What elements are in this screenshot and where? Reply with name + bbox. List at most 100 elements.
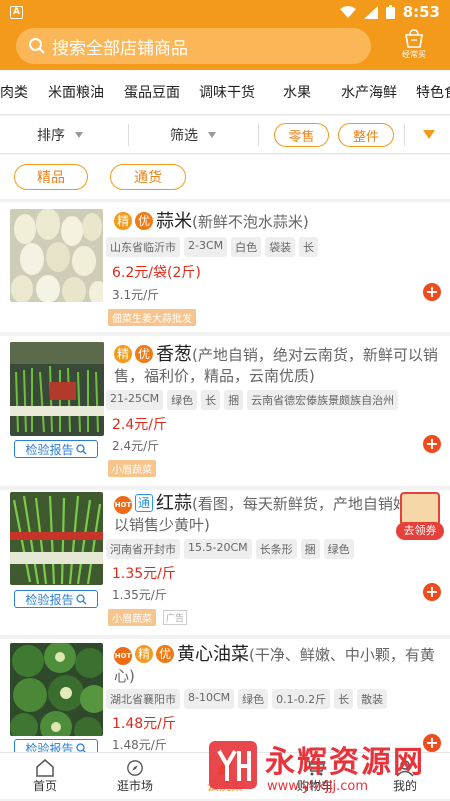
- tab-home[interactable]: 首页: [0, 753, 90, 799]
- retail-toggle[interactable]: 零售: [274, 123, 329, 147]
- product-list: 精优蒜米(新鲜不泡水蒜米) 山东省临沂市 2-3CM 白色 袋装 长 6.2元/…: [0, 202, 450, 752]
- category-tab[interactable]: 水产海鲜: [341, 82, 397, 102]
- tab-label: 云洗菜: [206, 778, 243, 793]
- tag: 河南省开封市: [106, 539, 180, 559]
- tag: 山东省临沂市: [106, 237, 180, 257]
- premium-badge: 精: [135, 645, 153, 663]
- tab-label: 首页: [32, 778, 57, 793]
- product-unit-price: 2.4元/斤: [112, 439, 160, 453]
- search-icon: [75, 742, 86, 752]
- report-label: 检验报告: [25, 592, 74, 607]
- shop-tag[interactable]: 佃菜生姜大蒜批发: [108, 309, 196, 326]
- basket-label: 经常买: [402, 50, 426, 59]
- category-tab[interactable]: 水果: [283, 82, 311, 102]
- filter-bar: 排序 筛选 零售 整件: [0, 116, 450, 154]
- coupon-label: 去领券: [396, 522, 444, 540]
- tab-market[interactable]: 逛市场: [90, 753, 180, 799]
- tag: 绿色: [238, 689, 269, 709]
- report-label: 检验报告: [25, 442, 74, 457]
- add-to-cart-button[interactable]: +: [423, 734, 441, 752]
- wifi-icon: [339, 5, 356, 18]
- shop-tag[interactable]: 小眉蔬菜: [108, 609, 156, 626]
- tag: 袋装: [265, 237, 296, 257]
- category-tab[interactable]: 肉类: [0, 82, 28, 102]
- grade-premium-button[interactable]: 精品: [14, 164, 88, 190]
- premium-badge: 精: [114, 212, 132, 230]
- product-title: HOT 精优黄心油菜(干净、鲜嫩、中小颗，有黄心): [114, 644, 439, 687]
- product-name: 蒜米: [156, 211, 192, 232]
- whole-toggle[interactable]: 整件: [338, 123, 394, 147]
- app-notification-icon: A: [10, 5, 23, 19]
- home-icon: [36, 758, 54, 777]
- bottom-tab-bar: 首页 逛市场 云洗菜 购物车 我的: [0, 752, 450, 799]
- product-price: 1.35元/斤: [112, 566, 176, 582]
- add-to-cart-button[interactable]: +: [423, 283, 441, 301]
- tab-wash-veg[interactable]: 云洗菜: [180, 753, 270, 799]
- add-to-cart-button[interactable]: +: [423, 435, 441, 453]
- tag: 白色: [231, 237, 262, 257]
- sort-dropdown[interactable]: 排序: [37, 116, 83, 154]
- product-name: 红蒜: [156, 493, 192, 514]
- category-tab[interactable]: 特色食: [416, 82, 450, 102]
- product-tags: 山东省临沂市 2-3CM 白色 袋装 长: [106, 237, 319, 257]
- search-bar[interactable]: 搜索全部店铺商品: [16, 28, 371, 64]
- tag: 15.5-20CM: [184, 539, 252, 559]
- product-card[interactable]: 精优蒜米(新鲜不泡水蒜米) 山东省临沂市 2-3CM 白色 袋装 长 6.2元/…: [0, 202, 450, 332]
- product-name: 黄心油菜: [177, 644, 249, 665]
- coupon-button[interactable]: 去领券: [396, 492, 444, 548]
- grade-filter: 精品 通货: [0, 155, 450, 199]
- category-tabs: 肉类 米面粮油 蛋品豆面 调味干货 水果 水产海鲜 特色食: [0, 70, 450, 115]
- product-tags: 湖北省襄阳市 8-10CM 绿色 0.1-0.2斤 长 散装: [106, 689, 388, 709]
- grade-standard-button[interactable]: 通货: [110, 164, 186, 190]
- filter-dropdown[interactable]: 筛选: [170, 116, 216, 154]
- divider: [258, 124, 259, 146]
- hot-badge: HOT: [114, 647, 132, 665]
- product-tags: 河南省开封市 15.5-20CM 长条形 捆 绿色: [106, 539, 354, 559]
- standard-badge: 通: [135, 494, 153, 512]
- inspection-report-button[interactable]: 检验报告: [14, 590, 98, 608]
- tag: 绿色: [323, 539, 354, 559]
- user-icon: [396, 759, 414, 777]
- tag: 长条形: [255, 539, 297, 559]
- filter-label: 筛选: [170, 128, 198, 144]
- product-card[interactable]: 检验报告 HOT 通红蒜(看图，每天新鲜货，产地自销好，可以销售少黄叶) 河南省开…: [0, 490, 450, 635]
- frequent-buy-button[interactable]: 经常买: [394, 29, 434, 63]
- expand-filter-icon[interactable]: [423, 130, 435, 139]
- tab-label: 购物车: [296, 778, 333, 793]
- product-price: 6.2元/袋(2斤): [112, 265, 201, 281]
- category-tab[interactable]: 米面粮油: [48, 82, 104, 102]
- filter-caret-icon: [208, 132, 216, 138]
- search-icon: [75, 593, 86, 604]
- search-icon: [75, 443, 86, 454]
- tab-mine[interactable]: 我的: [360, 753, 450, 799]
- tag: 8-10CM: [184, 689, 235, 709]
- report-label: 检验报告: [25, 741, 74, 753]
- tab-label: 逛市场: [116, 778, 153, 793]
- product-image: [10, 492, 103, 585]
- battery-icon: [385, 5, 395, 19]
- search-icon: [29, 38, 45, 54]
- inspection-report-button[interactable]: 检验报告: [14, 739, 98, 752]
- product-card[interactable]: 检验报告 HOT 精优黄心油菜(干净、鲜嫩、中小颗，有黄心) 湖北省襄阳市 8-1…: [0, 639, 450, 752]
- product-tags: 21-25CM 绿色 长 捆 云南省德宏傣族景颇族自治州: [106, 390, 399, 410]
- add-to-cart-button[interactable]: +: [423, 583, 441, 601]
- tag: 长: [299, 237, 319, 257]
- quality-badge: 优: [135, 212, 153, 230]
- divider: [404, 124, 405, 146]
- tag: 长: [334, 689, 354, 709]
- shop-tag[interactable]: 小眉蔬菜: [108, 460, 156, 477]
- tab-label: 我的: [392, 778, 417, 793]
- category-tab[interactable]: 调味干货: [199, 82, 255, 102]
- tag: 21-25CM: [106, 390, 164, 410]
- category-tab[interactable]: 蛋品豆面: [124, 82, 180, 102]
- status-bar: A 8:53: [0, 0, 450, 24]
- product-image: [10, 209, 103, 302]
- tag: 长: [201, 390, 221, 410]
- tag: 捆: [300, 539, 320, 559]
- tag: 绿色: [167, 390, 198, 410]
- product-title: 精优香葱(产地自销，绝对云南货，新鲜可以销售，福利价，精品，云南优质): [114, 344, 439, 387]
- product-card[interactable]: 检验报告 精优香葱(产地自销，绝对云南货，新鲜可以销售，福利价，精品，云南优质)…: [0, 336, 450, 486]
- tab-cart[interactable]: 购物车: [270, 753, 360, 799]
- inspection-report-button[interactable]: 检验报告: [14, 440, 98, 458]
- quality-badge: 优: [135, 345, 153, 363]
